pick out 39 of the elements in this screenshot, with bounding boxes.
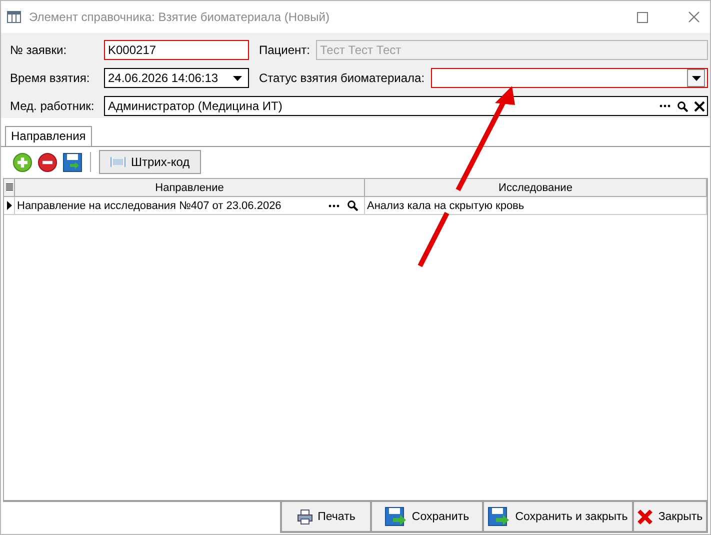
field-label: № заявки: xyxy=(10,43,68,57)
save-icon xyxy=(488,506,510,526)
search-icon[interactable] xyxy=(347,200,358,211)
dropdown-field[interactable]: 24.06.2026 14:06:13 xyxy=(104,68,249,88)
print-button[interactable]: Печать xyxy=(280,502,372,533)
lookup-field[interactable]: Администратор (Медицина ИТ) xyxy=(104,96,708,116)
field-label: Статус взятия биоматериала: xyxy=(259,71,425,85)
close-button[interactable]: Закрыть xyxy=(632,502,708,533)
save-button[interactable]: Сохранить и закрыть xyxy=(482,502,634,533)
dropdown-arrow-icon[interactable] xyxy=(232,76,242,80)
tab[interactable]: Направления xyxy=(5,126,92,146)
clear-icon[interactable] xyxy=(694,100,705,112)
barcode-icon xyxy=(110,156,126,168)
field-label: Пациент: xyxy=(259,43,310,57)
column-header[interactable]: Исследование xyxy=(365,179,707,197)
save-button[interactable]: Сохранить xyxy=(370,502,484,533)
save-icon xyxy=(384,506,407,526)
table-icon xyxy=(7,11,21,23)
table-cell: Направление на исследования №407 от 23.06.2026 xyxy=(17,200,282,212)
dropdown-field[interactable] xyxy=(430,68,708,88)
add-icon[interactable] xyxy=(13,152,32,172)
close-icon xyxy=(637,508,654,524)
window-title: Элемент справочника: Взятие биоматериала (Новый) xyxy=(29,10,330,24)
search-icon[interactable] xyxy=(677,100,688,112)
remove-icon[interactable] xyxy=(38,152,57,172)
printer-icon xyxy=(296,508,313,524)
dropdown-arrow-icon[interactable] xyxy=(692,76,700,80)
barcode-button[interactable]: Штрих-код xyxy=(99,150,201,174)
input-field[interactable]: K000217 xyxy=(104,40,249,60)
field-label: Время взятия: xyxy=(10,71,91,85)
table-cell: Анализ кала на скрытую кровь xyxy=(367,200,524,212)
close-icon[interactable] xyxy=(688,11,700,23)
maximize-icon[interactable] xyxy=(637,12,648,22)
more-icon[interactable] xyxy=(659,104,671,108)
column-chooser-icon[interactable] xyxy=(6,183,12,192)
field-label: Мед. работник: xyxy=(10,99,96,113)
column-header[interactable]: Направление xyxy=(15,179,365,197)
save-icon[interactable] xyxy=(63,152,82,172)
more-icon[interactable] xyxy=(328,204,340,208)
